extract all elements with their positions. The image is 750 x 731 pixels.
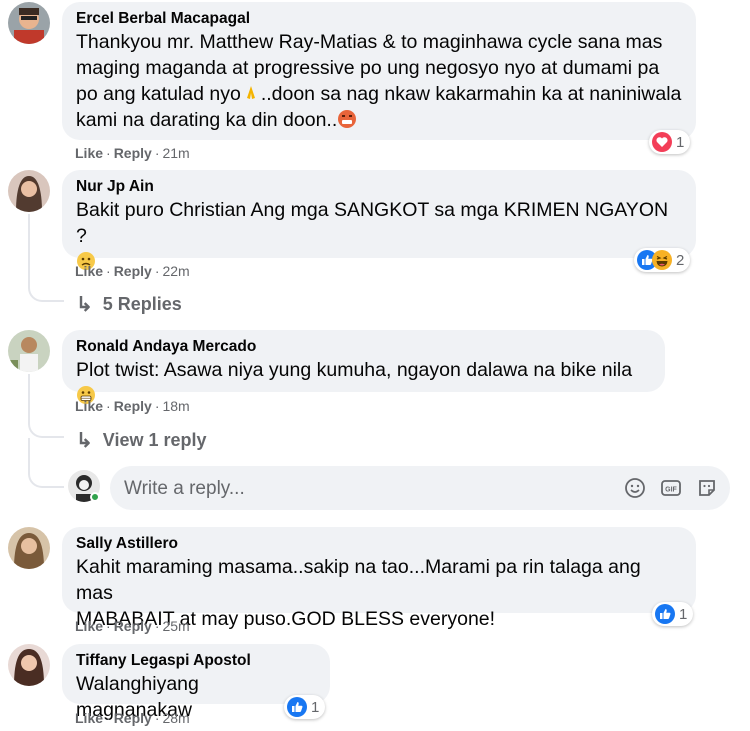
view-replies-link[interactable]: ↳ View 1 reply [76,428,207,453]
comment-actions: Like · Reply · 25m [75,618,190,634]
comment-bubble: Ronald Andaya Mercado Plot twist: Asawa … [62,330,665,404]
comment-bubble: Sally Astillero Kahit maraming masama..s… [62,527,696,630]
avatar-image [8,2,50,44]
reaction-count-badge[interactable]: 1 [652,602,694,626]
comment-time[interactable]: 28m [162,710,189,726]
comment-time[interactable]: 21m [162,145,189,161]
reply-arrow-icon: ↳ [76,294,93,316]
thread-line [28,214,64,302]
comment-time[interactable]: 22m [162,263,189,279]
comment-author[interactable]: Ercel Berbal Macapagal [76,9,682,29]
avatar-image [8,330,50,372]
reply-link[interactable]: Reply [114,145,152,161]
like-link[interactable]: Like [75,263,103,279]
like-link[interactable]: Like [75,145,103,161]
like-link[interactable]: Like [75,618,103,634]
like-icon [287,697,307,717]
emoji-icon[interactable] [624,477,646,499]
avatar[interactable] [8,330,50,372]
avatar-image [8,644,50,686]
like-link[interactable]: Like [75,710,103,726]
comment-time[interactable]: 18m [162,398,189,414]
comment-time[interactable]: 25m [162,618,189,634]
heart-icon [652,132,672,152]
gif-icon[interactable]: GIF [660,477,682,499]
reply-link[interactable]: Reply [114,710,152,726]
reply-link[interactable]: Reply [114,398,152,414]
reply-composer: GIF [110,466,730,510]
comment-actions: Like · Reply · 21m [75,145,190,161]
comment-author[interactable]: Nur Jp Ain [76,177,682,197]
thread-line [28,438,64,488]
comment-author[interactable]: Ronald Andaya Mercado [76,337,651,357]
view-replies-link[interactable]: ↳ 5 Replies [76,292,182,317]
comment-actions: Like · Reply · 22m [75,263,190,279]
reply-link[interactable]: Reply [114,618,152,634]
reaction-count: 2 [676,251,685,269]
like-icon [655,604,675,624]
avatar[interactable] [8,2,50,44]
reaction-count: 1 [676,133,685,151]
comment-actions: Like · Reply · 18m [75,398,190,414]
online-status-dot [90,492,100,502]
reaction-count-badge[interactable]: 2 [634,248,691,272]
reaction-count: 1 [311,698,320,716]
sticker-icon[interactable] [696,477,718,499]
comment-text: Thankyou mr. Matthew Ray-Matias & to mag… [76,31,682,131]
praying-hands-icon [246,86,255,99]
reaction-count-badge[interactable]: 1 [284,695,326,719]
comment-actions: Like · Reply · 28m [75,710,190,726]
reply-input[interactable] [124,478,504,500]
comment-bubble: Nur Jp Ain Bakit puro Christian Ang mga … [62,170,696,270]
reply-link[interactable]: Reply [114,263,152,279]
comment-bubble: Tiffany Legaspi Apostol Walanghiyang mag… [62,644,330,721]
avatar[interactable] [8,644,50,686]
avatar[interactable] [8,170,50,212]
svg-text:GIF: GIF [665,487,677,494]
reaction-count: 1 [679,605,688,623]
reaction-count-badge[interactable]: 1 [649,130,691,154]
reply-arrow-icon: ↳ [76,430,93,452]
comment-author[interactable]: Sally Astillero [76,534,682,554]
avatar[interactable] [8,527,50,569]
avatar-image [8,170,50,212]
like-link[interactable]: Like [75,398,103,414]
comment-author[interactable]: Tiffany Legaspi Apostol [76,651,316,671]
angry-face-icon [338,110,357,128]
comment-bubble: Ercel Berbal Macapagal Thankyou mr. Matt… [62,2,696,140]
avatar-image [8,527,50,569]
haha-icon [652,250,672,270]
thread-line [28,374,64,438]
